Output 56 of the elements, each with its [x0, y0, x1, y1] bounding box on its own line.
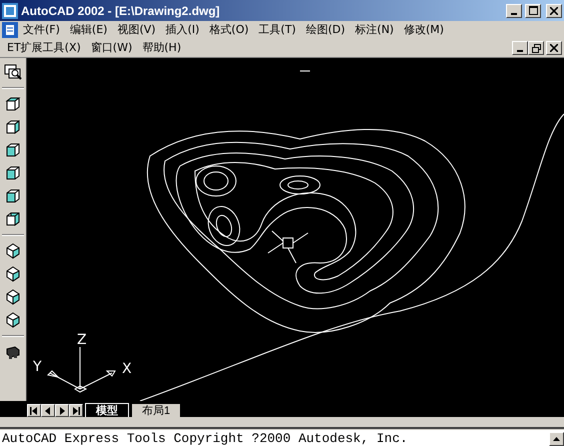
menu-item[interactable]: 工具(T)	[254, 22, 301, 38]
cube-icon[interactable]	[5, 142, 21, 158]
menu-item[interactable]: 修改(M)	[398, 22, 449, 38]
window-title: AutoCAD 2002 - [E:\Drawing2.dwg]	[21, 4, 221, 18]
menu-item[interactable]: 绘图(D)	[300, 22, 350, 38]
layout-tab[interactable]: 布局1	[131, 403, 182, 417]
document-icon[interactable]	[2, 22, 18, 38]
minimize-icon	[517, 50, 523, 52]
minimize-button[interactable]	[512, 41, 528, 55]
tab-scroll-button[interactable]	[27, 404, 41, 417]
isometric-view-icon[interactable]	[6, 243, 20, 259]
menu-item[interactable]: 窗口(W)	[86, 40, 138, 56]
close-button[interactable]	[546, 41, 562, 55]
scroll-up-button[interactable]	[549, 432, 564, 446]
menu-item[interactable]: 帮助(H)	[137, 40, 186, 56]
cube-icon[interactable]	[5, 188, 21, 204]
last-arrow-icon	[72, 406, 80, 414]
isometric-view-icon[interactable]	[6, 289, 20, 305]
menu-item[interactable]: 编辑(E)	[64, 22, 112, 38]
first-arrow-icon	[30, 406, 38, 414]
tab-scroll-button[interactable]	[41, 404, 55, 417]
minimize-button[interactable]	[506, 4, 522, 18]
maximize-button[interactable]	[525, 4, 541, 18]
tab-scroll-button[interactable]	[55, 404, 69, 417]
close-button[interactable]	[546, 4, 562, 18]
cube-icon[interactable]	[5, 119, 21, 135]
close-icon	[550, 6, 558, 14]
z-axis-label: Z	[77, 332, 87, 348]
close-icon	[550, 44, 558, 52]
maximize-icon	[528, 6, 538, 15]
ucs-axes-drawing	[46, 346, 116, 393]
layout-tab[interactable]: 模型	[85, 403, 129, 417]
minimize-icon	[511, 12, 517, 14]
restore-icon	[532, 44, 540, 52]
menu-item[interactable]: 标注(N)	[350, 22, 399, 38]
menu-item[interactable]: ET扩展工具(X)	[2, 40, 86, 56]
x-axis-label: X	[122, 361, 132, 377]
menu-item[interactable]: 格式(O)	[204, 22, 254, 38]
app-icon	[2, 2, 18, 18]
cube-icon[interactable]	[5, 165, 21, 181]
isometric-view-icon[interactable]	[6, 266, 20, 282]
isometric-view-icon[interactable]	[6, 312, 20, 328]
right-arrow-icon	[58, 406, 66, 414]
cube-icon[interactable]	[5, 96, 21, 112]
menu-item[interactable]: 视图(V)	[112, 22, 161, 38]
tab-scroll-button[interactable]	[69, 404, 83, 417]
named-views-icon[interactable]	[4, 64, 22, 80]
up-arrow-icon	[553, 436, 560, 440]
menu-item[interactable]: 插入(I)	[160, 22, 204, 38]
cube-icon[interactable]	[5, 211, 21, 227]
command-line-text: AutoCAD Express Tools Copyright ?2000 Autodesk, Inc.	[2, 431, 409, 446]
restore-button[interactable]	[528, 41, 544, 55]
left-arrow-icon	[44, 406, 52, 414]
y-axis-label: Y	[33, 359, 42, 375]
crosshair-cursor	[268, 230, 308, 264]
menu-item[interactable]: 文件(F)	[18, 22, 65, 38]
